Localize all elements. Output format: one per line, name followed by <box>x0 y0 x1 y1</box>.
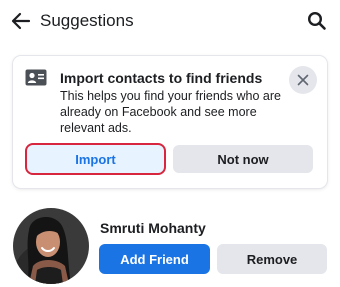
suggested-person-name[interactable]: Smruti Mohanty <box>100 219 206 237</box>
avatar[interactable] <box>13 208 89 284</box>
import-contacts-card: Import contacts to find friends This hel… <box>13 56 327 188</box>
contacts-card-icon <box>25 69 47 86</box>
card-title: Import contacts to find friends <box>60 70 263 86</box>
close-icon <box>297 74 309 86</box>
card-description: This helps you find your friends who are… <box>60 89 281 135</box>
back-button[interactable] <box>9 9 33 33</box>
page-title: Suggestions <box>40 11 134 30</box>
search-icon <box>307 11 326 30</box>
dismiss-button[interactable] <box>289 66 317 94</box>
search-button[interactable] <box>305 9 329 33</box>
arrow-left-icon <box>11 12 31 30</box>
top-bar: Suggestions <box>0 0 340 42</box>
profile-photo <box>13 208 89 284</box>
import-button[interactable]: Import <box>25 143 166 175</box>
remove-button[interactable]: Remove <box>217 244 327 274</box>
add-friend-button[interactable]: Add Friend <box>99 244 210 274</box>
not-now-button[interactable]: Not now <box>173 145 313 173</box>
